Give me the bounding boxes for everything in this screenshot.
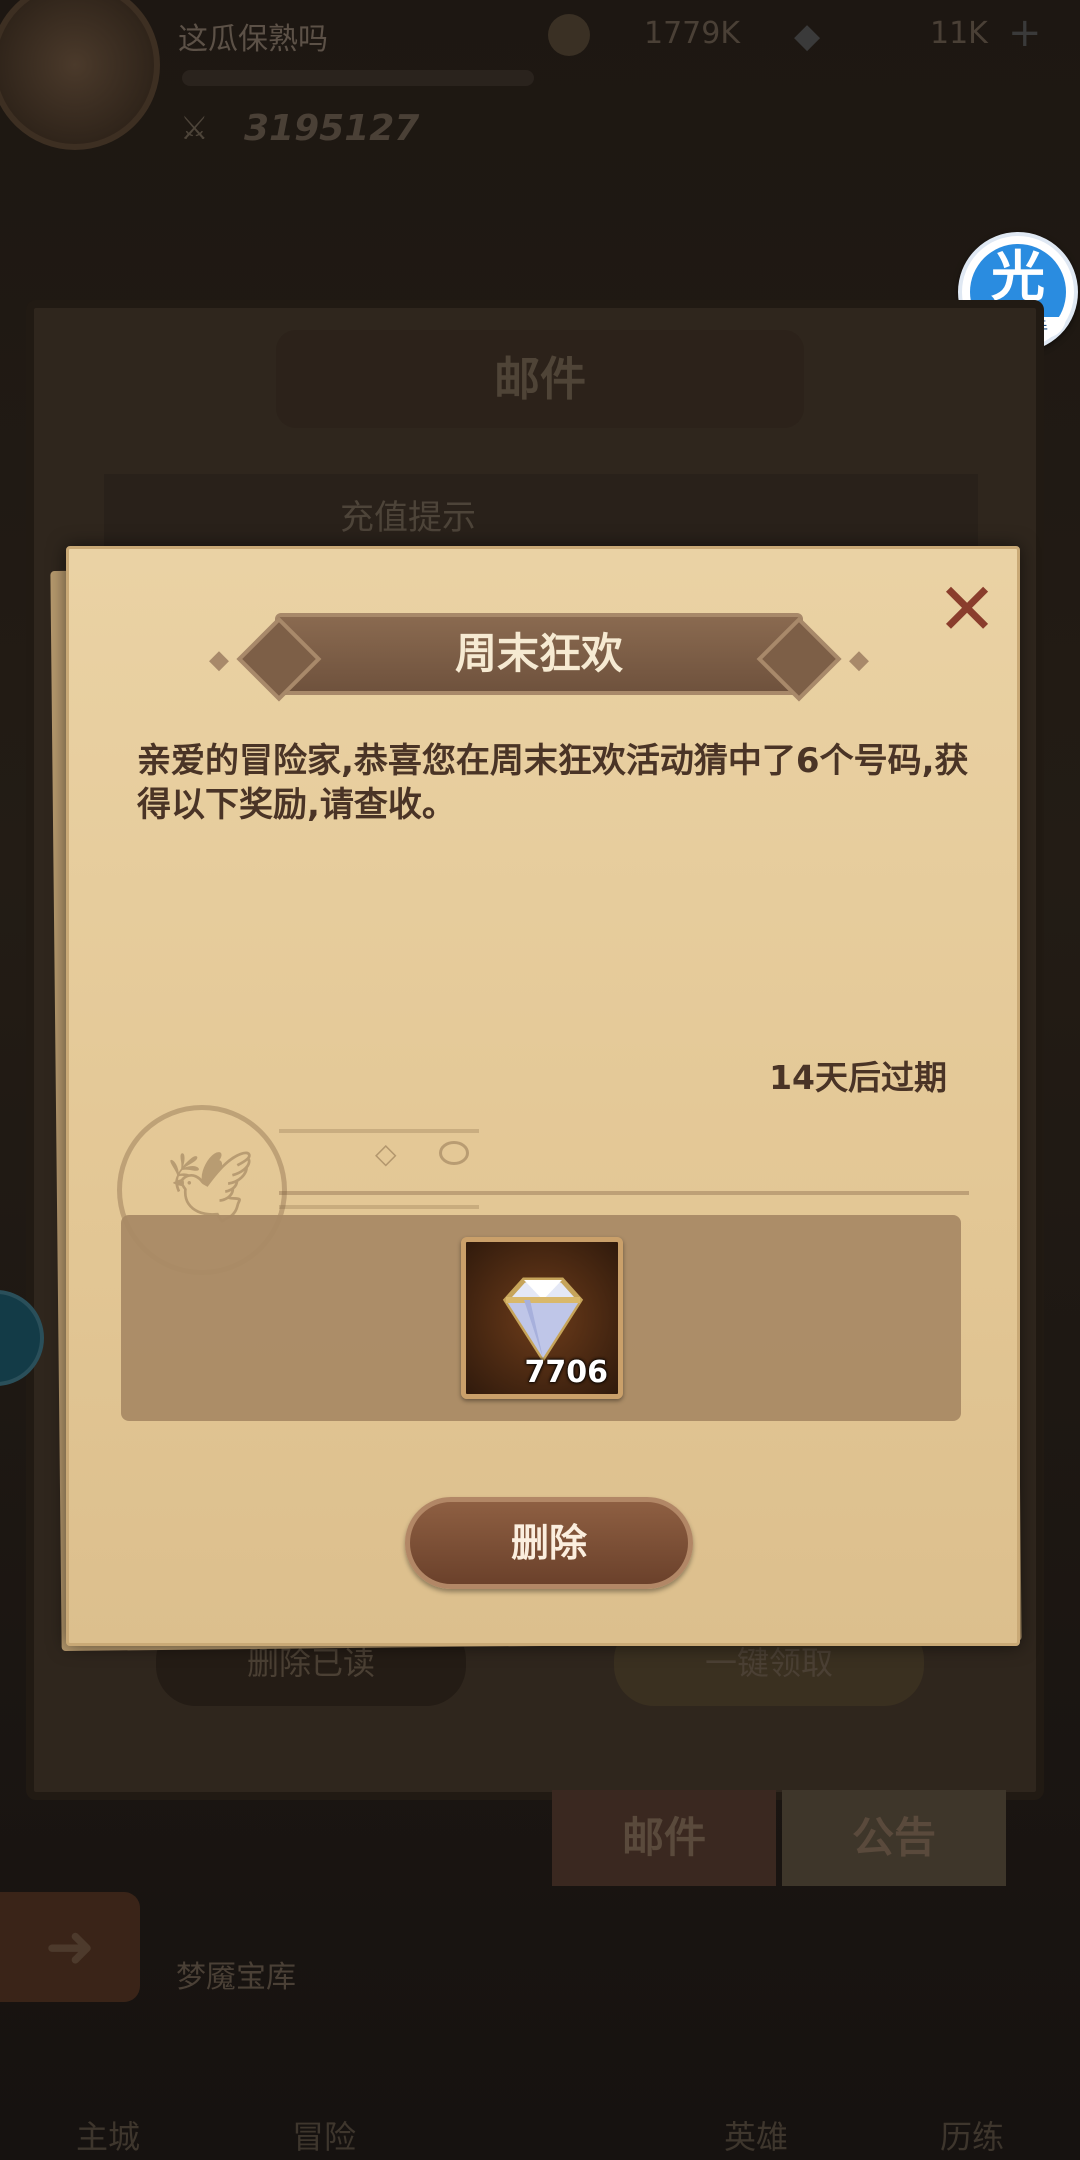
reward-item[interactable]: 7706 bbox=[461, 1237, 623, 1399]
gold-icon bbox=[548, 14, 590, 56]
experience-bar bbox=[182, 70, 534, 86]
power-icon: ⚔ bbox=[180, 109, 209, 147]
power-value: 3195127 bbox=[244, 108, 420, 149]
close-icon: ✕ bbox=[936, 567, 998, 651]
mail-list-item-title: 充值提示 bbox=[340, 498, 476, 538]
coin-doodle-icon bbox=[439, 1141, 469, 1165]
gem-icon: ◆ bbox=[794, 16, 821, 56]
back-arrow-icon: ➜ bbox=[44, 1912, 96, 1982]
delete-button[interactable]: 删除 bbox=[405, 1497, 693, 1589]
close-button[interactable]: ✕ bbox=[927, 569, 1007, 649]
gem-doodle-icon: ◇ bbox=[375, 1137, 397, 1170]
divider bbox=[279, 1191, 969, 1195]
player-avatar[interactable] bbox=[0, 0, 160, 150]
bottom-nav: 主城 冒险 英雄 历练 bbox=[0, 2020, 1080, 2160]
reward-count: 7706 bbox=[524, 1355, 609, 1390]
mail-window-banner: 邮件 bbox=[276, 330, 804, 428]
nav-item-training[interactable]: 历练 bbox=[887, 2020, 1057, 2160]
top-bar: 这瓜保熟吗 ⚔ 3195127 1779K ◆ 11K + bbox=[0, 0, 1080, 160]
nav-item-main-city[interactable]: 主城 bbox=[23, 2020, 193, 2160]
player-name: 这瓜保熟吗 bbox=[178, 22, 328, 57]
back-button[interactable]: ➜ bbox=[0, 1892, 140, 2002]
title-banner: ◆ 周末狂欢 ◆ bbox=[209, 613, 869, 695]
nav-item-heroes[interactable]: 英雄 bbox=[671, 2020, 841, 2160]
add-gems-icon[interactable]: + bbox=[1008, 10, 1042, 56]
nav-item-center[interactable] bbox=[455, 2020, 625, 2160]
nav-item-adventure[interactable]: 冒险 bbox=[239, 2020, 409, 2160]
location-label: 梦魇宝库 bbox=[176, 1960, 296, 1995]
tab-mail[interactable]: 邮件 bbox=[552, 1790, 776, 1886]
banner-ornament-right-icon: ◆ bbox=[849, 645, 869, 675]
tab-mail-label: 邮件 bbox=[621, 1813, 706, 1862]
gem-value: 11K bbox=[930, 16, 988, 51]
tab-notice[interactable]: 公告 bbox=[782, 1790, 1006, 1886]
mail-detail-modal: ✕ ◆ 周末狂欢 ◆ 亲爱的冒险家,恭喜您在周末狂欢活动猜中了6个号码,获得以下… bbox=[50, 546, 1022, 1651]
tab-notice-label: 公告 bbox=[851, 1813, 936, 1862]
mail-window-title: 邮件 bbox=[494, 352, 586, 406]
mail-body: 亲爱的冒险家,恭喜您在周末狂欢活动猜中了6个号码,获得以下奖励,请查收。 bbox=[137, 741, 969, 825]
banner-ornament-left-icon: ◆ bbox=[209, 645, 229, 675]
gold-value: 1779K bbox=[644, 16, 741, 51]
mail-list-item[interactable]: 充值提示 bbox=[104, 474, 978, 548]
expiry-text: 14天后过期 bbox=[769, 1058, 947, 1097]
modal-title: 周末狂欢 bbox=[454, 629, 623, 678]
letter-paper: ✕ ◆ 周末狂欢 ◆ 亲爱的冒险家,恭喜您在周末狂欢活动猜中了6个号码,获得以下… bbox=[66, 546, 1020, 1646]
delete-button-label: 删除 bbox=[510, 1521, 587, 1565]
